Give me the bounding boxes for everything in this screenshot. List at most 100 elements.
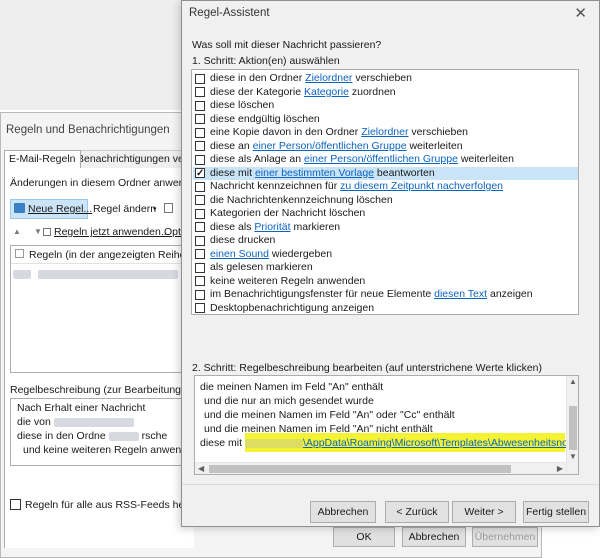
action-link[interactable]: einen Sound [210, 248, 269, 260]
action-text: diese der Kategorie [210, 85, 304, 98]
step1-label: 1. Schritt: Aktion(en) auswählen [192, 55, 340, 67]
action-checkbox[interactable] [195, 181, 205, 192]
cancel-button[interactable]: Abbrechen [402, 527, 466, 547]
action-label: diese drucken [210, 234, 275, 248]
action-checkbox[interactable] [195, 249, 205, 259]
action-row[interactable]: im Benachrichtigungsfenster für neue Ele… [193, 288, 578, 302]
action-row[interactable]: diese als Priorität markieren [193, 221, 578, 235]
back-button[interactable]: < Zurück [385, 501, 449, 523]
action-checkbox[interactable] [195, 262, 205, 273]
move-down-icon[interactable]: ▼ [34, 227, 42, 236]
action-text: beantworten [374, 166, 435, 179]
action-label: keine weiteren Regeln anwenden [210, 275, 365, 289]
action-text: diese als Anlage an [210, 153, 304, 165]
apply-rules-icon [43, 228, 51, 236]
action-checkbox[interactable] [195, 87, 205, 97]
rss-checkbox[interactable] [10, 499, 21, 510]
desc-line: die von [17, 416, 134, 428]
action-text: verschieben [408, 126, 469, 138]
action-checkbox[interactable] [195, 208, 205, 219]
action-checkbox[interactable] [195, 114, 205, 124]
action-label: als gelesen markieren [210, 261, 313, 275]
desc-line-text: diese in den Ordne [17, 430, 106, 442]
template-path-link[interactable]: \AppData\Roaming\Microsoft\Templates\Abw… [303, 437, 571, 449]
action-row[interactable]: Nachricht kennzeichnen für zu diesem Zei… [193, 180, 578, 194]
action-row[interactable]: diese drucken [193, 234, 578, 248]
action-row[interactable]: Kategorien der Nachricht löschen [193, 207, 578, 221]
action-link[interactable]: Kategorie [304, 86, 349, 98]
action-label: diese löschen [210, 99, 274, 113]
next-button[interactable]: Weiter > [452, 501, 516, 523]
action-checkbox[interactable] [195, 276, 205, 286]
action-link[interactable]: Priorität [254, 221, 290, 233]
move-up-icon[interactable]: ▲ [13, 227, 21, 236]
cancel-button[interactable]: Abbrechen [310, 501, 376, 523]
action-link[interactable]: einer Person/öffentlichen Gruppe [253, 140, 407, 152]
change-rule-button[interactable]: Regel ändern [93, 203, 156, 215]
action-checkbox[interactable] [195, 195, 205, 205]
action-row[interactable]: diese als Anlage an einer Person/öffentl… [193, 153, 578, 167]
action-row[interactable]: ✓ diese mit einer bestimmten Vorlage bean… [193, 166, 578, 180]
apply-changes-label: Änderungen in diesem Ordner anwende [10, 177, 197, 189]
tab-email-rules[interactable]: E-Mail-Regeln [4, 150, 81, 168]
description-line: und die nur an mich gesendet wurde [204, 395, 374, 407]
action-row[interactable]: diese in den Ordner Zielordner verschieb… [193, 72, 578, 86]
horizontal-scroll-thumb[interactable] [209, 465, 511, 473]
action-link[interactable]: zu diesem Zeitpunkt nachverfolgen [340, 180, 503, 192]
action-checkbox[interactable] [195, 303, 205, 313]
action-label: diese endgültig löschen [210, 113, 320, 127]
close-icon[interactable]: ✕ [574, 4, 587, 22]
description-line: und die meinen Namen im Feld "An" oder "… [204, 409, 455, 421]
action-link[interactable]: einer bestimmten Vorlage [255, 167, 374, 179]
action-checkbox[interactable] [195, 100, 205, 111]
copy-icon[interactable] [164, 203, 173, 213]
finish-button[interactable]: Fertig stellen [523, 501, 589, 523]
action-row[interactable]: diese an einer Person/öffentlichen Grupp… [193, 140, 578, 154]
action-list[interactable]: diese in den Ordner Zielordner verschieb… [191, 69, 579, 315]
scroll-down-icon[interactable]: ▼ [569, 452, 577, 461]
action-link[interactable]: einer Person/öffentlichen Gruppe [304, 153, 458, 165]
apply-rules-now-button[interactable]: Regeln jetzt anwenden... [54, 226, 170, 238]
action-text: wiedergeben [268, 247, 333, 260]
rule-list[interactable]: Regeln (in der angezeigten Reihen [10, 245, 191, 373]
rule-list-header: Regeln (in der angezeigten Reihen [11, 246, 191, 264]
scroll-left-icon[interactable]: ◀ [198, 464, 204, 473]
vertical-scrollbar[interactable]: ▲ ▼ [566, 376, 578, 474]
ok-button[interactable]: OK [333, 527, 395, 547]
table-row[interactable] [13, 268, 178, 280]
action-row[interactable]: diese endgültig löschen [193, 113, 578, 127]
scroll-up-icon[interactable]: ▲ [569, 377, 577, 386]
action-row[interactable]: eine Kopie davon in den Ordner Zielordne… [193, 126, 578, 140]
action-checkbox[interactable] [195, 141, 205, 151]
action-row[interactable]: als gelesen markieren [193, 261, 578, 275]
action-checkbox[interactable] [195, 235, 205, 246]
action-link[interactable]: Zielordner [305, 72, 352, 84]
action-row[interactable]: diese der Kategorie Kategorie zuordnen [193, 86, 578, 100]
action-row[interactable]: die Nachrichtenkennzeichnung löschen [193, 194, 578, 208]
vertical-scroll-thumb[interactable] [569, 406, 577, 450]
horizontal-scrollbar[interactable]: ◀ ▶ [195, 462, 566, 474]
action-checkbox[interactable] [195, 289, 205, 300]
action-text: diese löschen [210, 99, 275, 111]
action-checkbox[interactable] [195, 73, 205, 84]
action-row[interactable]: diese löschen [193, 99, 578, 113]
redacted-checkbox [13, 269, 31, 279]
apply-button[interactable]: Übernehmen [472, 527, 538, 547]
action-text: verschieben [352, 72, 412, 84]
action-row[interactable]: Desktopbenachrichtigung anzeigen [193, 302, 578, 315]
action-link[interactable]: Zielordner [361, 126, 408, 138]
action-checkbox[interactable] [195, 222, 205, 232]
action-checkbox[interactable] [195, 127, 205, 138]
action-row[interactable]: keine weiteren Regeln anwenden [193, 275, 578, 289]
redacted-rule-name [37, 269, 178, 279]
action-text: Kategorien der Nachricht löschen [210, 207, 366, 219]
button-separator [182, 484, 599, 485]
desc-line: diese in den Ordne rsche [17, 430, 167, 442]
scroll-right-icon[interactable]: ▶ [557, 464, 563, 473]
action-row[interactable]: einen Sound wiedergeben [193, 248, 578, 262]
action-link[interactable]: diesen Text [434, 288, 487, 300]
action-label: Kategorien der Nachricht löschen [210, 207, 365, 221]
action-label: eine Kopie davon in den Ordner Zielordne… [210, 126, 468, 140]
action-checkbox[interactable]: ✓ [195, 168, 205, 179]
action-checkbox[interactable] [195, 154, 205, 165]
